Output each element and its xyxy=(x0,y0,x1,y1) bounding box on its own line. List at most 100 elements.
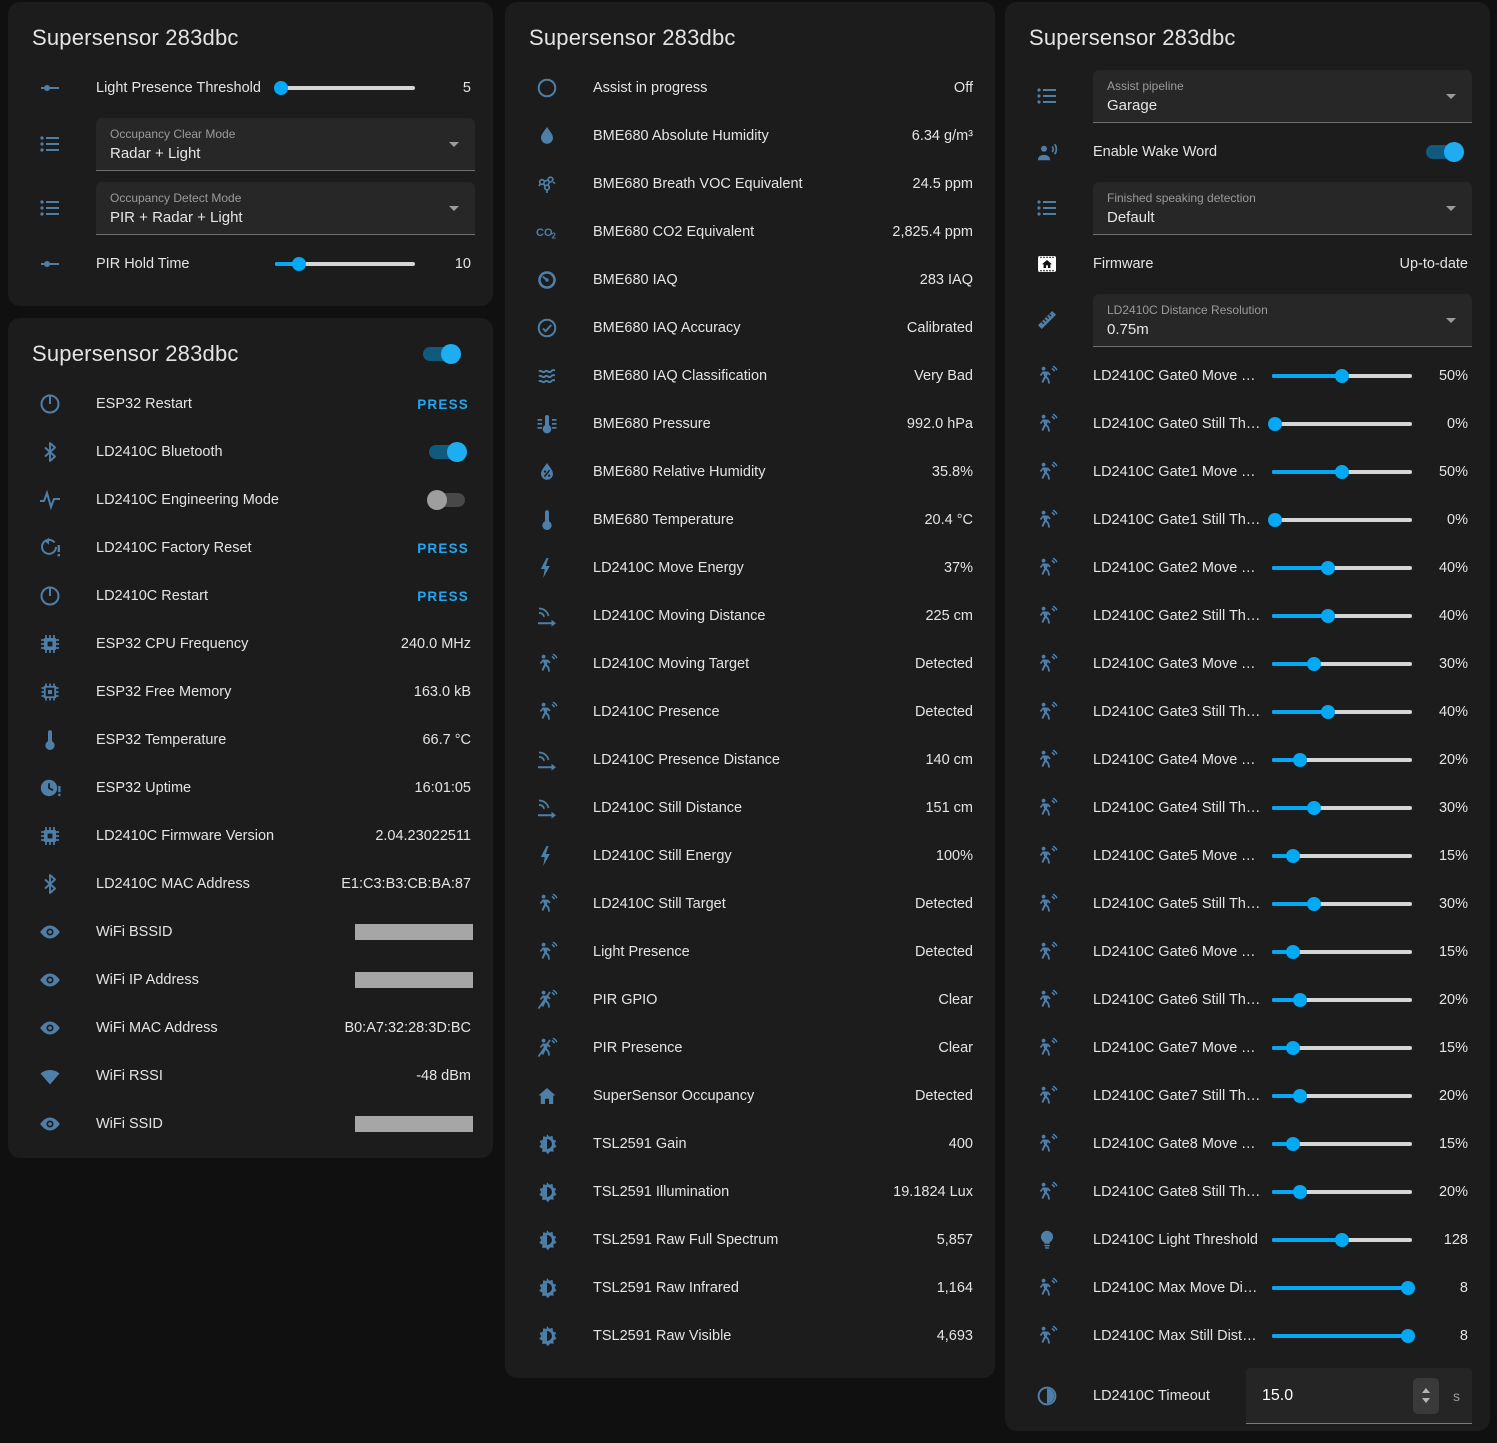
row-supersensor-occupancy[interactable]: SuperSensor OccupancyDetected xyxy=(521,1072,979,1120)
slider-thumb[interactable] xyxy=(1268,513,1282,527)
ld2410c-gate4-move-thr-slider[interactable] xyxy=(1272,752,1412,768)
row-ld2410c-engineering-mode: LD2410C Engineering Mode xyxy=(24,476,477,524)
slider-thumb[interactable] xyxy=(1293,1185,1307,1199)
slider-thumb[interactable] xyxy=(274,81,288,95)
row-bme680-absolute-humidity[interactable]: BME680 Absolute Humidity6.34 g/m³ xyxy=(521,112,979,160)
slider-thumb[interactable] xyxy=(1335,369,1349,383)
ld2410c-gate2-move-thr-slider[interactable] xyxy=(1272,560,1412,576)
slider-thumb[interactable] xyxy=(1268,417,1282,431)
slider-thumb[interactable] xyxy=(1293,753,1307,767)
slider-thumb[interactable] xyxy=(292,257,306,271)
row-bme680-breath-voc-equivalent[interactable]: BME680 Breath VOC Equivalent24.5 ppm xyxy=(521,160,979,208)
ld2410c-max-still-distanc-slider[interactable] xyxy=(1272,1328,1412,1344)
row-tsl2591-gain[interactable]: TSL2591 Gain400 xyxy=(521,1120,979,1168)
slider-thumb[interactable] xyxy=(1307,897,1321,911)
slider-thumb[interactable] xyxy=(1307,657,1321,671)
row-esp32-cpu-frequency[interactable]: ESP32 CPU Frequency240.0 MHz xyxy=(24,620,477,668)
ld2410c-gate8-move-thr-slider[interactable] xyxy=(1272,1136,1412,1152)
row-ld2410c-still-target[interactable]: LD2410C Still TargetDetected xyxy=(521,880,979,928)
row-light-presence[interactable]: Light PresenceDetected xyxy=(521,928,979,976)
stepper[interactable] xyxy=(1413,1378,1439,1414)
slider-thumb[interactable] xyxy=(1321,609,1335,623)
assist-pipeline-select[interactable]: Assist pipelineGarage xyxy=(1093,70,1472,123)
ld2410c-gate7-move-thr-slider[interactable] xyxy=(1272,1040,1412,1056)
ld2410c-gate0-move-thr-slider[interactable] xyxy=(1272,368,1412,384)
row-tsl2591-raw-visible[interactable]: TSL2591 Raw Visible4,693 xyxy=(521,1312,979,1360)
slider-thumb[interactable] xyxy=(1286,1137,1300,1151)
slider-thumb[interactable] xyxy=(1307,801,1321,815)
slider-thumb[interactable] xyxy=(1321,705,1335,719)
ld2410c-gate0-still-thres-slider[interactable] xyxy=(1272,416,1412,432)
row-ld2410c-presence[interactable]: LD2410C PresenceDetected xyxy=(521,688,979,736)
slider-thumb[interactable] xyxy=(1293,993,1307,1007)
row-assist-in-progress[interactable]: Assist in progressOff xyxy=(521,64,979,112)
pir-hold-time-slider[interactable] xyxy=(275,256,415,272)
row-pir-presence[interactable]: PIR PresenceClear xyxy=(521,1024,979,1072)
ld2410c-factory-reset-press-button[interactable]: PRESS xyxy=(411,535,475,562)
row-ld2410c-firmware-version[interactable]: LD2410C Firmware Version2.04.23022511 xyxy=(24,812,477,860)
row-ld2410c-still-distance[interactable]: LD2410C Still Distance151 cm xyxy=(521,784,979,832)
esp32-restart-press-button[interactable]: PRESS xyxy=(411,391,475,418)
finished-speaking-detection-select[interactable]: Finished speaking detectionDefault xyxy=(1093,182,1472,235)
row-ld2410c-mac-address[interactable]: LD2410C MAC AddressE1:C3:B3:CB:BA:87 xyxy=(24,860,477,908)
row-wifi-rssi[interactable]: WiFi RSSI-48 dBm xyxy=(24,1052,477,1100)
row-bme680-iaq[interactable]: BME680 IAQ283 IAQ xyxy=(521,256,979,304)
row-tsl2591-raw-infrared[interactable]: TSL2591 Raw Infrared1,164 xyxy=(521,1264,979,1312)
slider-thumb[interactable] xyxy=(1335,465,1349,479)
light-presence-threshold-slider[interactable] xyxy=(275,80,415,96)
row-ld2410c-moving-target[interactable]: LD2410C Moving TargetDetected xyxy=(521,640,979,688)
ld2410c-gate4-still-thres-slider[interactable] xyxy=(1272,800,1412,816)
slider-value: 30% xyxy=(1424,800,1468,816)
slider-thumb[interactable] xyxy=(1321,561,1335,575)
ld2410c-timeout-number-input[interactable]: 15.0s xyxy=(1246,1368,1472,1424)
row-bme680-iaq-accuracy[interactable]: BME680 IAQ AccuracyCalibrated xyxy=(521,304,979,352)
row-bme680-pressure[interactable]: BME680 Pressure992.0 hPa xyxy=(521,400,979,448)
slider-thumb[interactable] xyxy=(1401,1281,1415,1295)
row-ld2410c-moving-distance[interactable]: LD2410C Moving Distance225 cm xyxy=(521,592,979,640)
slider-thumb[interactable] xyxy=(1286,945,1300,959)
row-bme680-co2-equivalent[interactable]: CO2BME680 CO2 Equivalent2,825.4 ppm xyxy=(521,208,979,256)
occupancy-clear-mode-select[interactable]: Occupancy Clear ModeRadar + Light xyxy=(96,118,475,171)
row-esp32-free-memory[interactable]: ESP32 Free Memory163.0 kB xyxy=(24,668,477,716)
slider-thumb[interactable] xyxy=(1286,849,1300,863)
slider-thumb[interactable] xyxy=(1293,1089,1307,1103)
row-esp32-temperature[interactable]: ESP32 Temperature66.7 °C xyxy=(24,716,477,764)
ld2410c-max-move-dista-slider[interactable] xyxy=(1272,1280,1412,1296)
ld2410c-gate7-still-thres-slider[interactable] xyxy=(1272,1088,1412,1104)
ld2410c-gate8-still-thres-slider[interactable] xyxy=(1272,1184,1412,1200)
row-bme680-temperature[interactable]: BME680 Temperature20.4 °C xyxy=(521,496,979,544)
entity-label: LD2410C Gate4 Still Thres… xyxy=(1093,800,1264,816)
ld2410c-gate1-move-thr-slider[interactable] xyxy=(1272,464,1412,480)
slider-thumb[interactable] xyxy=(1286,1041,1300,1055)
row-tsl2591-illumination[interactable]: TSL2591 Illumination19.1824 Lux xyxy=(521,1168,979,1216)
ld2410c-distance-resolution-select[interactable]: LD2410C Distance Resolution0.75m xyxy=(1093,294,1472,347)
gauge-icon xyxy=(535,268,559,292)
row-firmware[interactable]: FirmwareUp-to-date xyxy=(1021,240,1474,288)
row-esp32-uptime[interactable]: ESP32 Uptime16:01:05 xyxy=(24,764,477,812)
ld2410c-gate1-still-thres-slider[interactable] xyxy=(1272,512,1412,528)
row-pir-gpio[interactable]: PIR GPIOClear xyxy=(521,976,979,1024)
row-bme680-relative-humidity[interactable]: BME680 Relative Humidity35.8% xyxy=(521,448,979,496)
ld2410c-gate6-move-thr-slider[interactable] xyxy=(1272,944,1412,960)
row-tsl2591-raw-full-spectrum[interactable]: TSL2591 Raw Full Spectrum5,857 xyxy=(521,1216,979,1264)
ld2410c-gate5-still-thres-slider[interactable] xyxy=(1272,896,1412,912)
ld2410c-gate6-still-thres-slider[interactable] xyxy=(1272,992,1412,1008)
slider-thumb[interactable] xyxy=(1401,1329,1415,1343)
occupancy-detect-mode-select[interactable]: Occupancy Detect ModePIR + Radar + Light xyxy=(96,182,475,235)
row-bme680-iaq-classification[interactable]: BME680 IAQ ClassificationVery Bad xyxy=(521,352,979,400)
ld2410c-bluetooth-toggle[interactable] xyxy=(429,445,465,459)
ld2410c-engineering-mode-toggle[interactable] xyxy=(429,493,465,507)
row-ld2410c-presence-distance[interactable]: LD2410C Presence Distance140 cm xyxy=(521,736,979,784)
ld2410c-light-threshold-slider[interactable] xyxy=(1272,1232,1412,1248)
ld2410c-restart-press-button[interactable]: PRESS xyxy=(411,583,475,610)
enable-wake-word-toggle[interactable] xyxy=(1426,145,1462,159)
row-ld2410c-still-energy[interactable]: LD2410C Still Energy100% xyxy=(521,832,979,880)
ld2410c-gate3-move-thr-slider[interactable] xyxy=(1272,656,1412,672)
ld2410c-gate2-still-thres-slider[interactable] xyxy=(1272,608,1412,624)
slider-thumb[interactable] xyxy=(1335,1233,1349,1247)
card-master-toggle[interactable] xyxy=(423,347,459,361)
row-ld2410c-move-energy[interactable]: LD2410C Move Energy37% xyxy=(521,544,979,592)
ld2410c-gate5-move-thr-slider[interactable] xyxy=(1272,848,1412,864)
ld2410c-gate3-still-thres-slider[interactable] xyxy=(1272,704,1412,720)
row-wifi-mac-address[interactable]: WiFi MAC AddressB0:A7:32:28:3D:BC xyxy=(24,1004,477,1052)
